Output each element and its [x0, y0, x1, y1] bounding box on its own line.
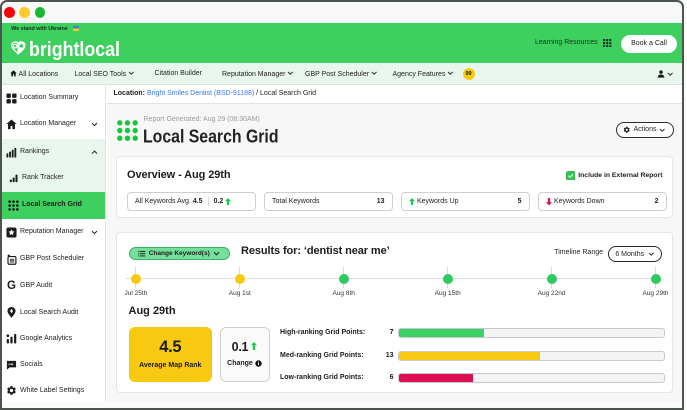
svg-text:brightlocal: brightlocal — [29, 39, 120, 61]
svg-text:Local Search Grid: Local Search Grid — [143, 126, 279, 147]
